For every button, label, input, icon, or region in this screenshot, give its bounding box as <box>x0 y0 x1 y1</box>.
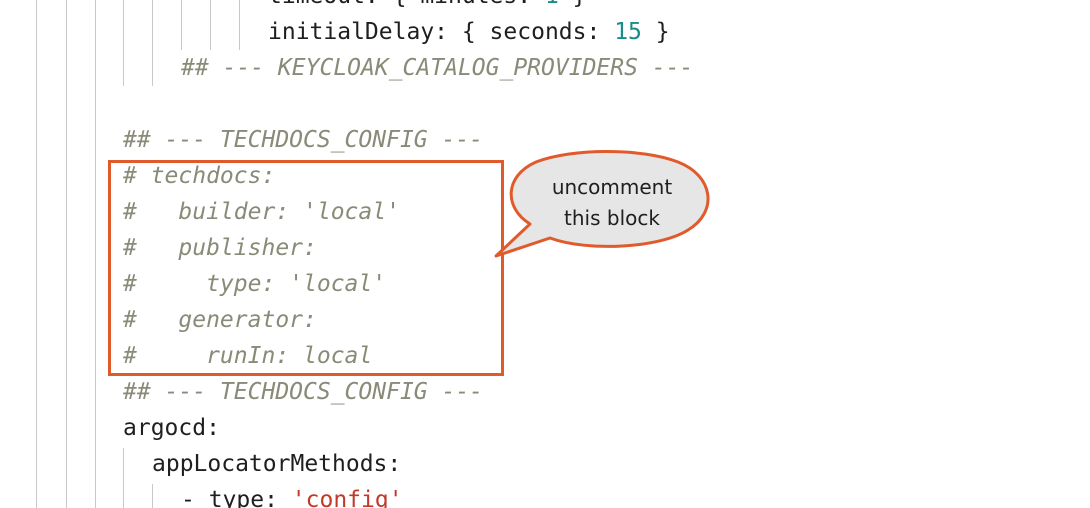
annotation-highlight-box <box>108 160 504 376</box>
code-token-key: appLocatorMethods: <box>152 451 402 477</box>
indent-guide <box>66 0 67 508</box>
code-token-key: argocd: <box>123 415 220 441</box>
indent-guide <box>210 0 211 50</box>
code-line-keycloak-marker[interactable]: ## --- KEYCLOAK_CATALOG_PROVIDERS --- <box>181 50 693 86</box>
code-line-timeout[interactable]: timeout: { minutes: 1 } <box>268 0 587 14</box>
code-token-key: initialDelay: { seconds: <box>268 19 615 45</box>
code-line-techdocs-marker-start[interactable]: ## --- TECHDOCS_CONFIG --- <box>123 122 483 158</box>
code-token-punct: } <box>641 19 670 45</box>
callout-text-line1: uncomment <box>551 175 673 199</box>
annotation-callout: uncomment this block <box>492 150 722 262</box>
indent-guide <box>36 0 37 508</box>
code-line-initial-delay[interactable]: initialDelay: { seconds: 15 } <box>268 14 670 50</box>
code-token-str: 'config' <box>291 487 403 508</box>
code-token-comment: ## --- KEYCLOAK_CATALOG_PROVIDERS --- <box>181 55 694 81</box>
code-editor[interactable]: timeout: { minutes: 1 } initialDelay: { … <box>0 0 1090 508</box>
code-token-num: 15 <box>614 19 642 45</box>
code-line-argocd[interactable]: argocd: <box>123 410 220 446</box>
callout-text-line2: this block <box>564 206 660 230</box>
indent-guide <box>181 0 182 50</box>
indent-guide <box>123 448 124 508</box>
indent-guide <box>123 0 124 86</box>
indent-guide <box>239 0 240 50</box>
code-line-type-config[interactable]: - type: 'config' <box>181 482 403 508</box>
code-line-techdocs-marker-end[interactable]: ## --- TECHDOCS_CONFIG --- <box>123 374 483 410</box>
code-token-punct: } <box>559 0 587 9</box>
code-token-key: - type: <box>181 487 292 508</box>
indent-guide <box>152 484 153 508</box>
code-line-app-locator-methods[interactable]: appLocatorMethods: <box>152 446 401 482</box>
indent-guide <box>95 0 96 508</box>
callout-text: uncomment this block <box>512 172 712 234</box>
code-token-key: timeout: { minutes: <box>268 0 545 9</box>
code-token-comment: ## --- TECHDOCS_CONFIG --- <box>123 379 484 405</box>
code-token-num: 1 <box>545 0 559 9</box>
indent-guide <box>152 0 153 86</box>
code-token-comment: ## --- TECHDOCS_CONFIG --- <box>123 127 484 153</box>
